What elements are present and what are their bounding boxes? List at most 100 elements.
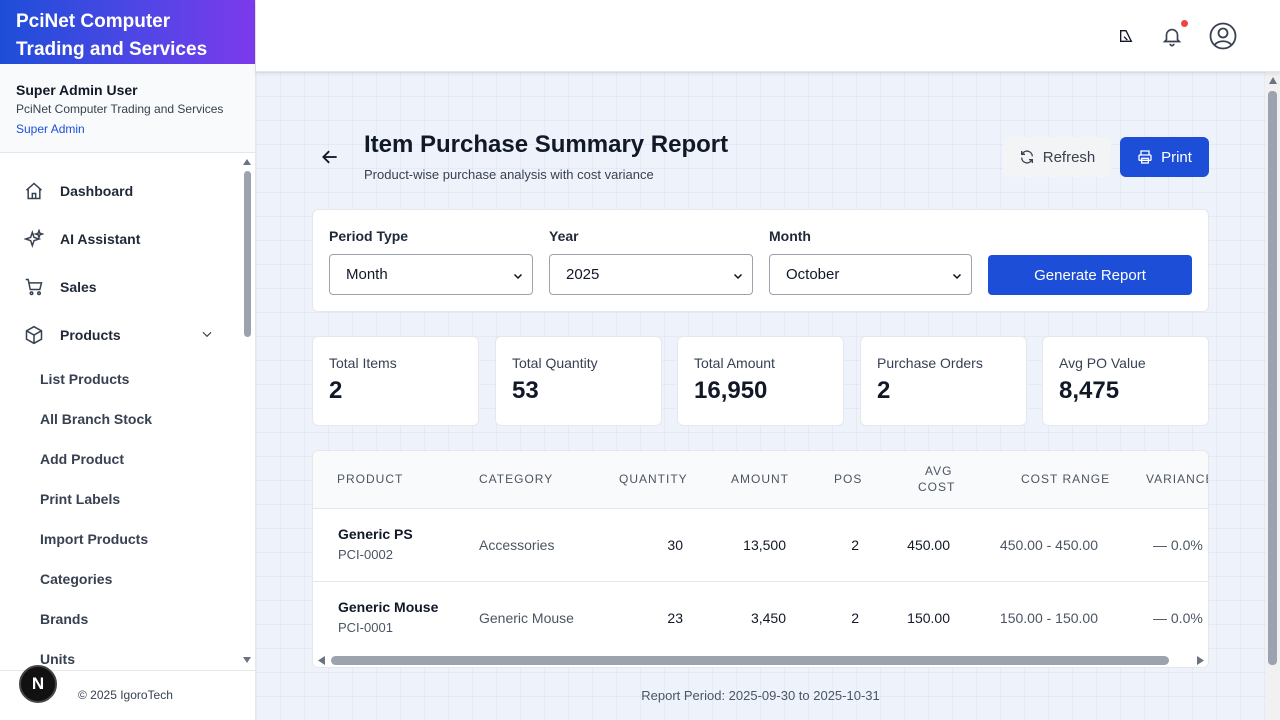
chevron-down-icon[interactable] [200,327,214,344]
sidebar-subitem-list-products[interactable]: List Products [40,371,129,387]
user-avatar-icon[interactable] [1208,21,1238,51]
theme-toggle-icon[interactable] [1116,26,1136,46]
stat-card-purchase-orders: Purchase Orders 2 [860,336,1027,426]
sidebar-item-products[interactable]: Products [24,323,224,347]
product-name: Generic Mouse [338,599,439,615]
refresh-label: Refresh [1042,148,1096,166]
product-quantity: 23 [667,610,683,626]
sidebar-subitem-all-branch-stock[interactable]: All Branch Stock [40,411,152,427]
year-select[interactable]: 2025 [549,254,753,295]
sidebar-scrollbar-thumb[interactable] [244,171,251,337]
sidebar-item-label: Sales [60,279,97,295]
print-button[interactable]: Print [1120,137,1209,177]
stat-value: 2 [329,377,343,404]
refresh-icon [1020,150,1033,164]
generate-report-button[interactable]: Generate Report [988,255,1192,295]
user-company: PciNet Computer Trading and Services [16,102,224,116]
th-pos[interactable]: POS [834,472,862,486]
stat-card-avg-po-value: Avg PO Value 8,475 [1042,336,1209,426]
th-quantity[interactable]: QUANTITY [619,472,688,486]
product-code: PCI-0002 [338,547,393,562]
user-role[interactable]: Super Admin [16,122,239,136]
th-variance[interactable]: VARIANCE [1146,472,1208,486]
report-period-text: Report Period: 2025-09-30 to 2025-10-31 [641,688,880,703]
th-avg-cost-line2[interactable]: COST [918,480,955,494]
product-avg-cost: 150.00 [907,610,950,626]
page-subtitle: Product-wise purchase analysis with cost… [364,167,654,182]
month-select[interactable]: October [769,254,972,295]
print-label: Print [1161,148,1192,166]
stat-value: 2 [877,377,891,404]
sidebar-item-dashboard[interactable]: Dashboard [24,179,133,203]
product-category: Generic Mouse [479,610,574,626]
notification-dot [1181,20,1188,27]
table-row[interactable]: Generic Mouse PCI-0001 Generic Mouse 23 … [313,582,1208,655]
month-label: Month [769,228,811,244]
sidebar-subitem-brands[interactable]: Brands [40,611,88,627]
chevron-down-icon [732,269,744,286]
sidebar-item-sales[interactable]: Sales [24,275,97,299]
stat-value: 8,475 [1059,377,1120,404]
sidebar-nav: Dashboard AI Assistant Sales Products Li… [0,153,255,669]
bell-icon[interactable] [1160,23,1184,49]
stat-label: Purchase Orders [877,355,983,371]
page-title: Item Purchase Summary Report [364,131,729,158]
sidebar-subitem-units[interactable]: Units [40,651,75,667]
period-type-value: Month [346,266,388,283]
month-value: October [786,266,840,283]
stat-value: 53 [512,377,539,404]
table-scrollbar-thumb[interactable] [331,656,1169,665]
product-cost-range: 450.00 - 450.00 [999,537,1098,553]
stat-card-total-items: Total Items 2 [312,336,479,426]
box-icon [24,325,44,345]
th-amount[interactable]: AMOUNT [731,472,789,486]
product-quantity: 30 [667,537,683,553]
sidebar-item-ai-assistant[interactable]: AI Assistant [24,227,140,251]
stat-card-total-quantity: Total Quantity 53 [495,336,662,426]
page-scrollbar-thumb[interactable] [1268,91,1277,665]
th-product[interactable]: PRODUCT [337,472,403,486]
year-label: Year [549,228,579,244]
stat-label: Total Amount [694,355,775,371]
th-cost-range[interactable]: COST RANGE [1021,472,1110,486]
sidebar-item-label: AI Assistant [60,231,141,247]
th-category[interactable]: CATEGORY [479,472,553,486]
product-variance: — 0.0% [1153,610,1203,626]
refresh-button[interactable]: Refresh [1003,137,1111,177]
table-row[interactable]: Generic PS PCI-0002 Accessories 30 13,50… [313,509,1208,582]
sidebar: PciNet Computer Trading and Services Sup… [0,0,256,720]
brand-title[interactable]: PciNet Computer Trading and Services [0,0,255,64]
user-name: Super Admin User [16,82,138,98]
sidebar-subitem-categories[interactable]: Categories [40,571,112,587]
summary-table: PRODUCT CATEGORY QUANTITY AMOUNT POS AVG… [312,450,1209,668]
sidebar-item-label: Products [60,327,121,343]
product-avg-cost: 450.00 [907,537,950,553]
product-pos: 2 [851,610,859,626]
n-badge-icon[interactable]: N [19,665,57,703]
user-info: Super Admin User PciNet Computer Trading… [0,64,255,153]
th-avg-cost-line1[interactable]: AVG [925,464,952,478]
chevron-down-icon [951,269,963,286]
product-variance: — 0.0% [1153,537,1203,553]
product-pos: 2 [851,537,859,553]
period-type-select[interactable]: Month [329,254,533,295]
sidebar-subitem-import-products[interactable]: Import Products [40,531,148,547]
back-arrow-icon[interactable] [318,145,342,169]
top-bar [256,0,1280,72]
copyright-text: © 2025 IgoroTech [78,688,173,702]
sidebar-item-label: Dashboard [60,183,134,199]
product-cost-range: 150.00 - 150.00 [999,610,1098,626]
product-amount: 13,500 [743,537,786,553]
product-category: Accessories [479,537,555,553]
sidebar-subitem-add-product[interactable]: Add Product [40,451,124,467]
brand-line-2: Trading and Services [16,39,208,60]
home-icon [24,181,44,201]
sparkles-icon [24,229,44,249]
cart-icon [24,277,44,297]
brand-line-1: PciNet Computer [16,11,171,32]
product-name: Generic PS [338,526,413,542]
sidebar-subitem-print-labels[interactable]: Print Labels [40,491,120,507]
year-value: 2025 [566,266,600,283]
stat-card-total-amount: Total Amount 16,950 [677,336,844,426]
stat-label: Avg PO Value [1059,355,1146,371]
